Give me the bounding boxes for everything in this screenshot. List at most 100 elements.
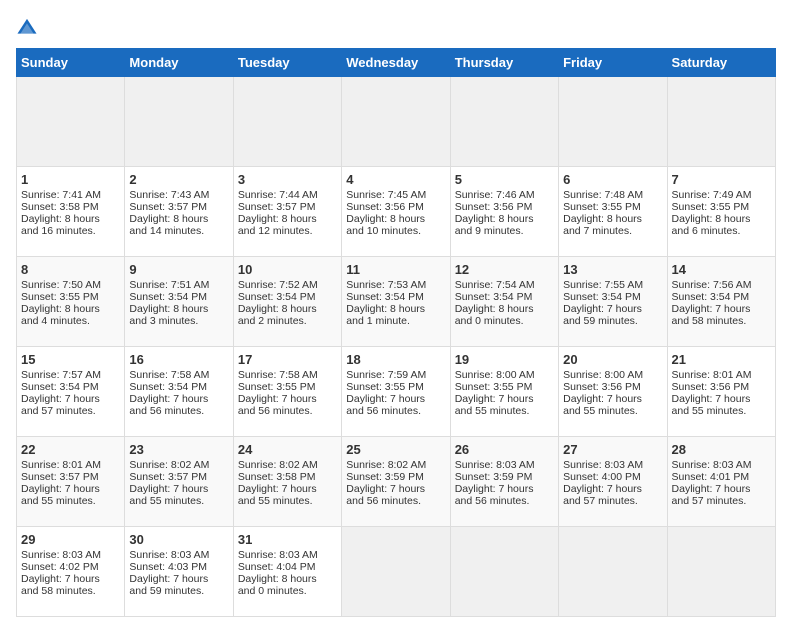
day-number: 28 — [672, 442, 771, 457]
day-cell — [17, 77, 125, 167]
day-cell — [342, 77, 450, 167]
day-number: 29 — [21, 532, 120, 547]
day-info-line: and 59 minutes. — [129, 585, 228, 597]
day-cell: 12Sunrise: 7:54 AMSunset: 3:54 PMDayligh… — [450, 257, 558, 347]
day-info-line: and 59 minutes. — [563, 315, 662, 327]
day-number: 18 — [346, 352, 445, 367]
day-info-line: Sunrise: 8:03 AM — [563, 459, 662, 471]
day-info-line: Sunrise: 8:03 AM — [238, 549, 337, 561]
day-number: 7 — [672, 172, 771, 187]
day-info-line: Daylight: 8 hours — [346, 303, 445, 315]
day-info-line: Sunset: 3:56 PM — [346, 201, 445, 213]
day-info-line: Sunrise: 8:00 AM — [563, 369, 662, 381]
day-cell: 13Sunrise: 7:55 AMSunset: 3:54 PMDayligh… — [559, 257, 667, 347]
day-cell: 20Sunrise: 8:00 AMSunset: 3:56 PMDayligh… — [559, 347, 667, 437]
day-info-line: Sunset: 3:54 PM — [672, 291, 771, 303]
day-info-line: and 56 minutes. — [238, 405, 337, 417]
day-cell: 26Sunrise: 8:03 AMSunset: 3:59 PMDayligh… — [450, 437, 558, 527]
day-info-line: Daylight: 7 hours — [129, 573, 228, 585]
day-info-line: and 3 minutes. — [129, 315, 228, 327]
day-cell: 21Sunrise: 8:01 AMSunset: 3:56 PMDayligh… — [667, 347, 775, 437]
day-number: 9 — [129, 262, 228, 277]
page-header — [16, 16, 776, 38]
day-number: 8 — [21, 262, 120, 277]
day-info-line: Sunset: 3:58 PM — [21, 201, 120, 213]
day-info-line: and 55 minutes. — [129, 495, 228, 507]
day-info-line: Sunrise: 7:58 AM — [129, 369, 228, 381]
day-cell: 10Sunrise: 7:52 AMSunset: 3:54 PMDayligh… — [233, 257, 341, 347]
day-info-line: Daylight: 8 hours — [455, 213, 554, 225]
col-header-friday: Friday — [559, 49, 667, 77]
day-number: 20 — [563, 352, 662, 367]
day-cell: 25Sunrise: 8:02 AMSunset: 3:59 PMDayligh… — [342, 437, 450, 527]
day-info-line: Sunset: 3:54 PM — [455, 291, 554, 303]
day-info-line: Sunset: 3:59 PM — [346, 471, 445, 483]
day-info-line: Daylight: 8 hours — [238, 303, 337, 315]
day-number: 25 — [346, 442, 445, 457]
day-info-line: Sunset: 3:54 PM — [346, 291, 445, 303]
day-info-line: and 57 minutes. — [21, 405, 120, 417]
day-cell — [559, 77, 667, 167]
day-info-line: Sunset: 4:03 PM — [129, 561, 228, 573]
col-header-saturday: Saturday — [667, 49, 775, 77]
day-info-line: Sunset: 3:55 PM — [563, 201, 662, 213]
day-cell: 11Sunrise: 7:53 AMSunset: 3:54 PMDayligh… — [342, 257, 450, 347]
day-info-line: Daylight: 7 hours — [672, 303, 771, 315]
day-info-line: Daylight: 8 hours — [21, 213, 120, 225]
week-row-5: 22Sunrise: 8:01 AMSunset: 3:57 PMDayligh… — [17, 437, 776, 527]
day-info-line: and 55 minutes. — [238, 495, 337, 507]
day-info-line: Daylight: 8 hours — [563, 213, 662, 225]
day-info-line: Sunset: 3:57 PM — [21, 471, 120, 483]
day-cell: 24Sunrise: 8:02 AMSunset: 3:58 PMDayligh… — [233, 437, 341, 527]
day-info-line: Daylight: 7 hours — [455, 393, 554, 405]
day-cell: 7Sunrise: 7:49 AMSunset: 3:55 PMDaylight… — [667, 167, 775, 257]
day-info-line: Sunrise: 7:43 AM — [129, 189, 228, 201]
day-cell: 31Sunrise: 8:03 AMSunset: 4:04 PMDayligh… — [233, 527, 341, 617]
day-number: 6 — [563, 172, 662, 187]
col-header-sunday: Sunday — [17, 49, 125, 77]
day-number: 5 — [455, 172, 554, 187]
day-info-line: and 10 minutes. — [346, 225, 445, 237]
day-cell: 14Sunrise: 7:56 AMSunset: 3:54 PMDayligh… — [667, 257, 775, 347]
day-info-line: and 56 minutes. — [455, 495, 554, 507]
day-number: 16 — [129, 352, 228, 367]
day-info-line: and 4 minutes. — [21, 315, 120, 327]
day-cell: 15Sunrise: 7:57 AMSunset: 3:54 PMDayligh… — [17, 347, 125, 437]
day-info-line: Sunrise: 7:54 AM — [455, 279, 554, 291]
day-number: 31 — [238, 532, 337, 547]
day-info-line: Sunrise: 8:03 AM — [21, 549, 120, 561]
day-info-line: Daylight: 7 hours — [21, 573, 120, 585]
logo-icon — [16, 16, 38, 38]
day-number: 1 — [21, 172, 120, 187]
day-info-line: Sunrise: 7:58 AM — [238, 369, 337, 381]
day-info-line: Sunrise: 8:03 AM — [129, 549, 228, 561]
day-info-line: Sunset: 3:56 PM — [563, 381, 662, 393]
day-info-line: Daylight: 7 hours — [563, 483, 662, 495]
day-info-line: Daylight: 8 hours — [346, 213, 445, 225]
day-info-line: Sunrise: 7:53 AM — [346, 279, 445, 291]
day-info-line: Sunset: 3:54 PM — [238, 291, 337, 303]
day-number: 2 — [129, 172, 228, 187]
day-info-line: Sunset: 3:55 PM — [21, 291, 120, 303]
day-number: 17 — [238, 352, 337, 367]
day-info-line: Sunset: 3:54 PM — [563, 291, 662, 303]
day-cell: 18Sunrise: 7:59 AMSunset: 3:55 PMDayligh… — [342, 347, 450, 437]
day-number: 3 — [238, 172, 337, 187]
calendar-table: SundayMondayTuesdayWednesdayThursdayFrid… — [16, 48, 776, 617]
day-info-line: Sunset: 3:56 PM — [455, 201, 554, 213]
day-info-line: Daylight: 8 hours — [129, 213, 228, 225]
day-info-line: and 7 minutes. — [563, 225, 662, 237]
header-row: SundayMondayTuesdayWednesdayThursdayFrid… — [17, 49, 776, 77]
col-header-wednesday: Wednesday — [342, 49, 450, 77]
day-info-line: Sunrise: 8:02 AM — [346, 459, 445, 471]
week-row-6: 29Sunrise: 8:03 AMSunset: 4:02 PMDayligh… — [17, 527, 776, 617]
day-info-line: Sunrise: 7:55 AM — [563, 279, 662, 291]
day-info-line: Daylight: 7 hours — [455, 483, 554, 495]
day-info-line: Sunrise: 7:46 AM — [455, 189, 554, 201]
day-info-line: Daylight: 8 hours — [238, 573, 337, 585]
day-info-line: Sunrise: 7:49 AM — [672, 189, 771, 201]
day-info-line: Daylight: 7 hours — [129, 393, 228, 405]
col-header-thursday: Thursday — [450, 49, 558, 77]
day-cell: 27Sunrise: 8:03 AMSunset: 4:00 PMDayligh… — [559, 437, 667, 527]
day-cell — [342, 527, 450, 617]
